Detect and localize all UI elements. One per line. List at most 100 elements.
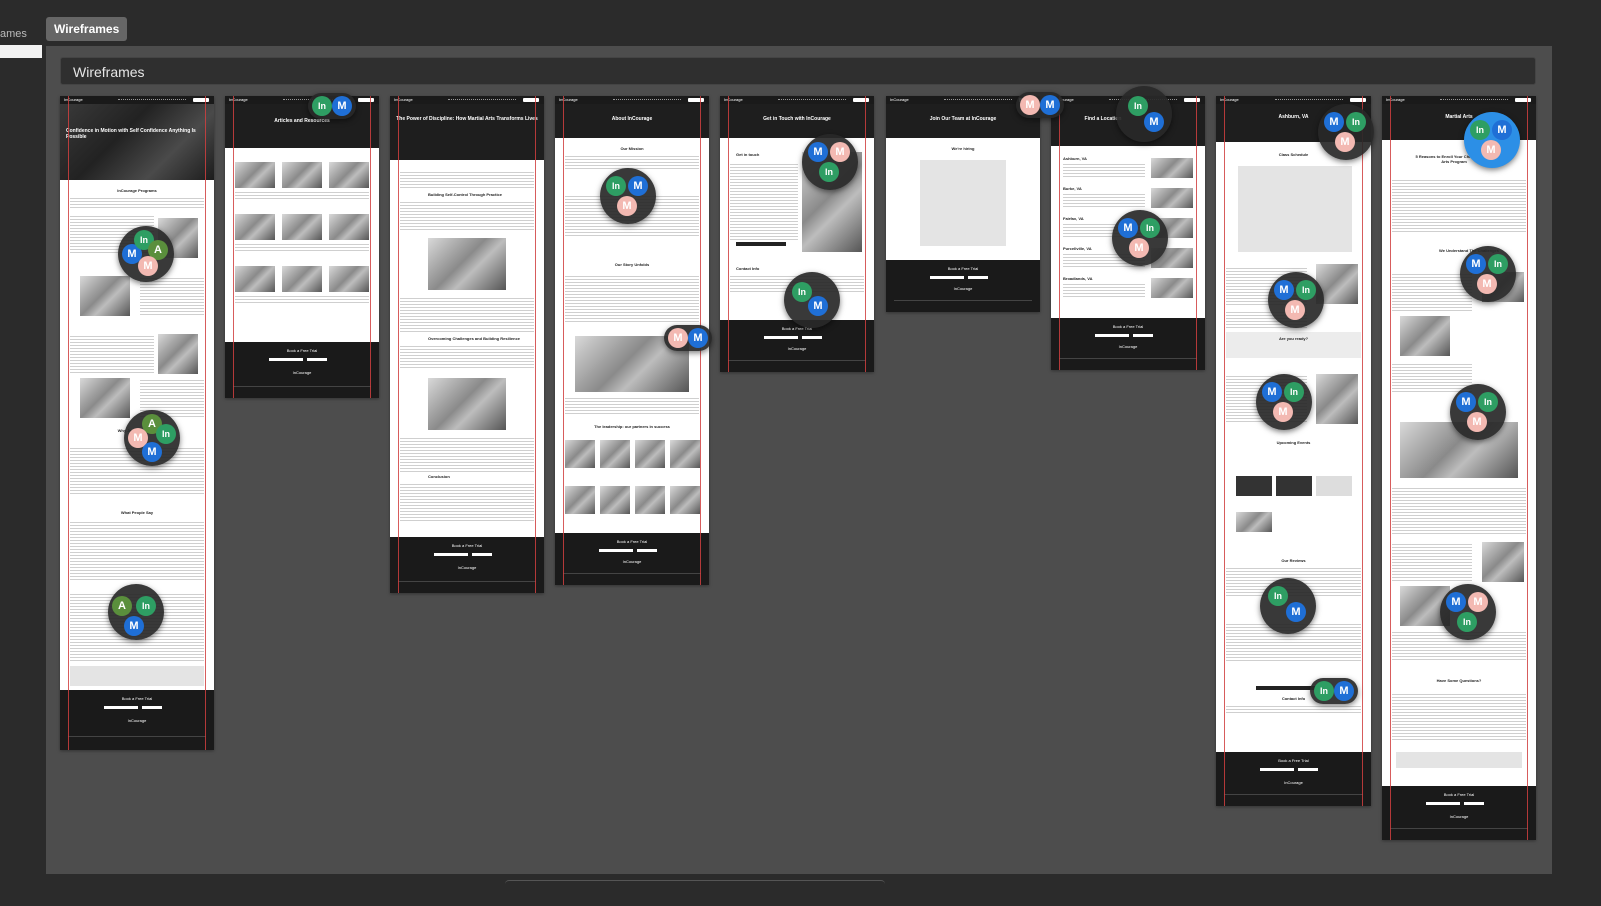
- frame-articles[interactable]: InCourage Articles and Resources Book a …: [225, 96, 379, 398]
- section-title[interactable]: Wireframes: [60, 57, 1536, 85]
- user-avatar-in[interactable]: In: [1268, 586, 1288, 606]
- user-avatar-in[interactable]: In: [1296, 280, 1316, 300]
- collaborator-group[interactable]: M M In: [802, 134, 858, 190]
- section-heading: The leadership: our partners in success: [594, 424, 670, 429]
- user-avatar-m[interactable]: M: [628, 176, 648, 196]
- section-heading: Upcoming Events: [1276, 440, 1311, 445]
- collaborator-pill[interactable]: In M: [308, 93, 356, 119]
- user-avatar-in[interactable]: In: [1346, 112, 1366, 132]
- collaborator-group[interactable]: A In M M: [124, 410, 180, 466]
- collaborator-pill[interactable]: M M: [664, 325, 712, 351]
- collaborator-group[interactable]: M In M: [1112, 210, 1168, 266]
- frame-logo: InCourage: [890, 97, 909, 102]
- user-avatar-m[interactable]: M: [332, 96, 352, 116]
- user-avatar-in[interactable]: In: [312, 96, 332, 116]
- frame-martial-arts[interactable]: InCourage Martial Arts 5 Reasons to Enro…: [1382, 96, 1536, 840]
- frame-nav: InCourage: [720, 96, 874, 104]
- user-avatar-m[interactable]: M: [1286, 602, 1306, 622]
- frame-nav: InCourage: [555, 96, 709, 104]
- user-avatar-m[interactable]: M: [1334, 681, 1354, 701]
- collaborator-group[interactable]: M In A M: [118, 226, 174, 282]
- user-avatar-m[interactable]: M: [1446, 592, 1466, 612]
- frame-nav: InCourage: [1216, 96, 1371, 104]
- user-avatar-in[interactable]: In: [606, 176, 626, 196]
- page-tab-wireframes[interactable]: Wireframes: [46, 17, 128, 41]
- user-avatar-m[interactable]: M: [808, 296, 828, 316]
- user-avatar-m[interactable]: M: [1040, 95, 1060, 115]
- frame-careers[interactable]: InCourage Join Our Team at InCourage We'…: [886, 96, 1040, 312]
- user-avatar-m[interactable]: M: [830, 142, 850, 162]
- user-avatar-a[interactable]: A: [112, 596, 132, 616]
- design-canvas[interactable]: Wireframes InCourage Confidence in Motio…: [46, 46, 1552, 874]
- user-avatar-in[interactable]: In: [1488, 254, 1508, 274]
- collaborator-pill[interactable]: In M: [1310, 678, 1358, 704]
- footer-logo: InCourage: [457, 565, 477, 570]
- user-avatar-m[interactable]: M: [1335, 132, 1355, 152]
- program-image: [80, 378, 130, 418]
- user-avatar-in[interactable]: In: [1470, 120, 1490, 140]
- section-heading: Contact Info: [736, 266, 760, 271]
- collaborator-group[interactable]: A In M: [108, 584, 164, 640]
- collaborator-group[interactable]: M In M: [1268, 272, 1324, 328]
- user-avatar-m[interactable]: M: [808, 142, 828, 162]
- user-avatar-m[interactable]: M: [1468, 592, 1488, 612]
- user-avatar-in[interactable]: In: [136, 596, 156, 616]
- frame-logo: InCourage: [1386, 97, 1405, 102]
- hero-title: Confidence in Motion with Self Confidenc…: [66, 128, 196, 140]
- user-avatar-in[interactable]: In: [819, 162, 839, 182]
- user-avatar-in[interactable]: In: [1284, 382, 1304, 402]
- hero-title: Articles and Resources: [274, 118, 330, 124]
- collaborator-group[interactable]: In M M: [1464, 112, 1520, 168]
- user-avatar-in[interactable]: In: [1314, 681, 1334, 701]
- user-avatar-m[interactable]: M: [668, 328, 688, 348]
- user-avatar-m[interactable]: M: [142, 442, 162, 462]
- user-avatar-m[interactable]: M: [1129, 238, 1149, 258]
- collaborator-group[interactable]: M In M: [1450, 384, 1506, 440]
- user-avatar-m[interactable]: M: [1324, 112, 1344, 132]
- user-avatar-m[interactable]: M: [1456, 392, 1476, 412]
- collaborator-group[interactable]: M In M: [1460, 246, 1516, 302]
- hero-section: The Power of Discipline: How Martial Art…: [390, 104, 544, 160]
- user-avatar-m[interactable]: M: [1118, 218, 1138, 238]
- collaborator-group[interactable]: M M In: [1440, 584, 1496, 640]
- collaborator-group[interactable]: M In M: [1318, 104, 1374, 160]
- user-avatar-m[interactable]: M: [138, 256, 158, 276]
- user-avatar-m[interactable]: M: [1020, 95, 1040, 115]
- user-avatar-m[interactable]: M: [1492, 120, 1512, 140]
- user-avatar-m[interactable]: M: [1274, 280, 1294, 300]
- frame-logo: InCourage: [394, 97, 413, 102]
- user-avatar-m[interactable]: M: [1273, 402, 1293, 422]
- user-avatar-m[interactable]: M: [688, 328, 708, 348]
- footer-title: Book a Free Trial: [1112, 324, 1144, 329]
- user-avatar-in[interactable]: In: [156, 424, 176, 444]
- user-avatar-m[interactable]: M: [617, 196, 637, 216]
- user-avatar-in[interactable]: In: [1128, 96, 1148, 116]
- collaborator-group[interactable]: In M: [1116, 86, 1172, 142]
- footer-logo: InCourage: [1449, 814, 1469, 819]
- footer-title: Book a Free Trial: [1443, 792, 1475, 797]
- user-avatar-m[interactable]: M: [1467, 412, 1487, 432]
- user-avatar-in[interactable]: In: [1478, 392, 1498, 412]
- user-avatar-m[interactable]: M: [1262, 382, 1282, 402]
- frame-contact[interactable]: InCourage Get in Touch with InCourage Ge…: [720, 96, 874, 372]
- collaborator-group[interactable]: In M: [1260, 578, 1316, 634]
- collaborator-pill[interactable]: M M: [1016, 92, 1064, 118]
- collaborator-group[interactable]: In M: [784, 272, 840, 328]
- hero-section: Articles and Resources: [225, 104, 379, 148]
- frame-footer: Book a Free Trial InCourage: [555, 533, 709, 585]
- user-avatar-m[interactable]: M: [1285, 300, 1305, 320]
- user-avatar-in[interactable]: In: [1457, 612, 1477, 632]
- user-avatar-m[interactable]: M: [1144, 112, 1164, 132]
- frame-blog-article[interactable]: InCourage The Power of Discipline: How M…: [390, 96, 544, 593]
- hero-section: Get in Touch with InCourage: [720, 104, 874, 138]
- frame-footer: Book a Free Trial InCourage: [720, 320, 874, 372]
- user-avatar-m[interactable]: M: [1477, 274, 1497, 294]
- collaborator-group[interactable]: M In M: [1256, 374, 1312, 430]
- collaborator-group[interactable]: In M M: [600, 168, 656, 224]
- frame-footer: Book a Free Trial InCourage: [886, 260, 1040, 312]
- user-avatar-m[interactable]: M: [124, 616, 144, 636]
- user-avatar-m[interactable]: M: [1466, 254, 1486, 274]
- user-avatar-in[interactable]: In: [1140, 218, 1160, 238]
- user-avatar-m[interactable]: M: [1481, 140, 1501, 160]
- sidebar-selected-item[interactable]: [0, 45, 42, 58]
